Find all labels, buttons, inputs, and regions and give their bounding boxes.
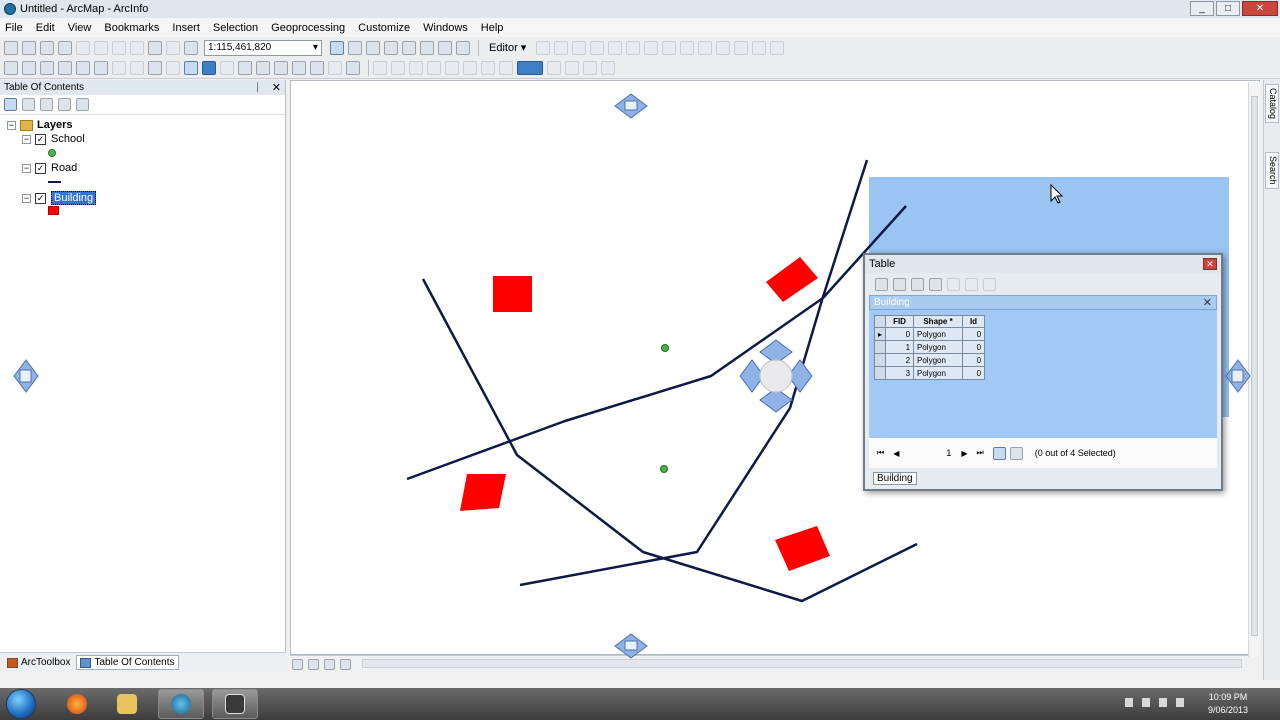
column-header-fid[interactable]: FID [885, 315, 915, 328]
snipping-tool-icon [225, 694, 245, 714]
table-row[interactable]: ▸ 0 Polygon 0 [873, 327, 986, 341]
first-record-icon[interactable]: ⏮ [877, 448, 884, 458]
table-tab-building[interactable]: Building ✕ [869, 295, 1217, 310]
road-feature[interactable] [421, 278, 918, 603]
taskbar-arcmap[interactable] [158, 689, 204, 719]
cell-fid[interactable]: 2 [885, 353, 915, 367]
taskbar-explorer[interactable] [104, 689, 150, 719]
attribute-table-window: Table ✕ Building ✕ FID Shape * Id ▸ 0 Po… [863, 253, 1223, 491]
select-by-attributes-icon[interactable] [911, 277, 924, 291]
folder-icon [117, 694, 137, 714]
road-feature[interactable] [406, 205, 907, 481]
school-layer [660, 344, 669, 473]
firefox-icon [67, 694, 87, 714]
table-toolbar [865, 273, 1221, 295]
selection-count: (0 out of 4 Selected) [1034, 448, 1116, 458]
zoom-to-selected-icon[interactable] [965, 277, 978, 291]
network-icon[interactable] [1159, 698, 1167, 707]
dock-guide-right[interactable] [1225, 359, 1251, 393]
dock-guide-compass[interactable] [739, 339, 813, 413]
show-all-records-icon[interactable] [992, 446, 1006, 460]
clock-date: 9/06/2013 [1207, 705, 1248, 715]
road-feature[interactable] [519, 159, 869, 587]
related-tables-icon[interactable] [893, 277, 906, 291]
table-options-icon[interactable] [875, 277, 888, 291]
school-feature[interactable] [660, 465, 668, 473]
cell-shape[interactable]: Polygon [913, 353, 964, 367]
table-row[interactable]: 3 Polygon 0 [873, 366, 986, 380]
table-row[interactable]: 2 Polygon 0 [873, 353, 986, 367]
show-selected-records-icon[interactable] [1009, 446, 1023, 460]
last-record-icon[interactable]: ⏭ [977, 448, 984, 458]
table-footer: Building [873, 472, 1213, 485]
school-feature[interactable] [661, 344, 669, 352]
show-hidden-icons-icon[interactable] [1125, 698, 1133, 707]
table-footer-tab[interactable]: Building [873, 472, 917, 485]
system-tray [1125, 698, 1184, 707]
clock-time: 10:09 PM [1208, 692, 1248, 702]
attribute-table: FID Shape * Id ▸ 0 Polygon 0 1 Polygon 0 [873, 315, 986, 380]
close-icon[interactable]: ✕ [1203, 258, 1217, 270]
attribute-grid: FID Shape * Id ▸ 0 Polygon 0 1 Polygon 0 [869, 310, 1217, 438]
table-window-title: Table [869, 258, 896, 270]
previous-record-icon[interactable]: ◀ [893, 449, 899, 458]
volume-icon[interactable] [1176, 698, 1184, 707]
table-tab-label: Building [874, 297, 910, 308]
taskbar-snipping[interactable] [212, 689, 258, 719]
dock-guide-left[interactable] [13, 359, 39, 393]
dock-guide-top[interactable] [614, 93, 648, 119]
road-layer [406, 159, 918, 603]
row-selector[interactable] [873, 366, 887, 380]
delete-selected-icon[interactable] [983, 277, 996, 291]
cell-fid[interactable]: 0 [885, 327, 915, 341]
building-feature[interactable] [775, 526, 830, 571]
next-record-icon[interactable]: ▶ [961, 449, 967, 458]
cell-id[interactable]: 0 [962, 353, 986, 367]
tab-search[interactable]: Search [1265, 152, 1279, 189]
switch-selection-icon[interactable] [929, 277, 942, 291]
row-header-corner [873, 315, 887, 328]
cell-shape[interactable]: Polygon [913, 327, 964, 341]
column-header-shape[interactable]: Shape * [913, 315, 964, 328]
dock-guide-bottom[interactable] [614, 633, 648, 659]
action-center-icon[interactable] [1142, 698, 1150, 707]
column-header-id[interactable]: Id [962, 315, 986, 328]
windows-taskbar: 10:09 PM 9/06/2013 [0, 688, 1280, 720]
current-row-indicator-icon[interactable]: ▸ [873, 327, 887, 341]
building-feature[interactable] [460, 474, 506, 511]
arcmap-icon [171, 694, 191, 714]
tab-catalog[interactable]: Catalog [1265, 84, 1279, 124]
building-feature[interactable] [493, 276, 532, 312]
system-clock[interactable]: 10:09 PM 9/06/2013 [1208, 691, 1248, 717]
clear-selection-icon[interactable] [947, 277, 960, 291]
table-row[interactable]: 1 Polygon 0 [873, 340, 986, 354]
start-button[interactable] [6, 689, 36, 719]
building-feature[interactable] [766, 257, 818, 302]
building-layer [460, 257, 830, 571]
right-dock: Catalog Search [1263, 80, 1280, 680]
record-navigator: ⏮ ◀ 1 ▶ ⏭ (0 out of 4 Selected) [869, 438, 1217, 468]
close-tab-icon[interactable]: ✕ [1203, 296, 1212, 309]
taskbar-firefox[interactable] [54, 689, 100, 719]
row-selector[interactable] [873, 353, 887, 367]
cell-id[interactable]: 0 [962, 340, 986, 354]
cell-id[interactable]: 0 [962, 327, 986, 341]
cell-fid[interactable]: 3 [885, 366, 915, 380]
table-title-bar[interactable]: Table ✕ [865, 255, 1221, 273]
current-record-field[interactable]: 1 [946, 448, 951, 458]
cell-fid[interactable]: 1 [885, 340, 915, 354]
cell-shape[interactable]: Polygon [913, 366, 964, 380]
cell-id[interactable]: 0 [962, 366, 986, 380]
cell-shape[interactable]: Polygon [913, 340, 964, 354]
row-selector[interactable] [873, 340, 887, 354]
